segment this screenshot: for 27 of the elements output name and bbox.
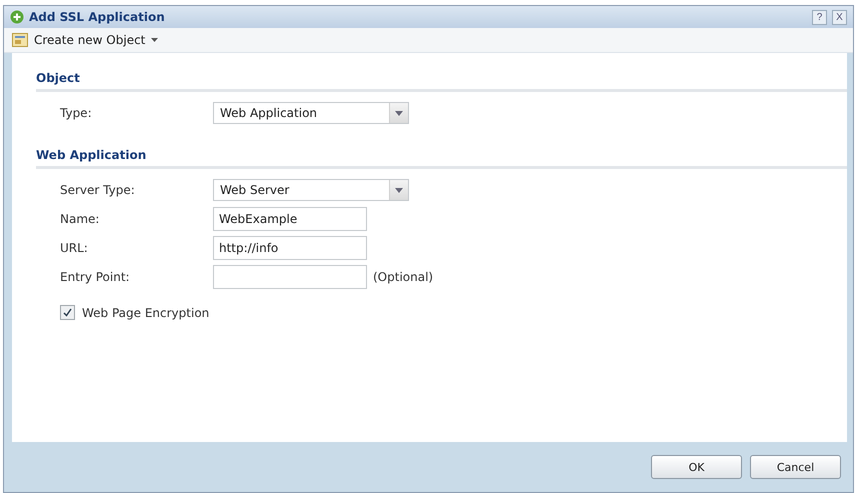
field-label: Server Type: [60, 183, 136, 197]
window-icon [12, 33, 28, 47]
section-title: Web Application [36, 148, 847, 169]
checkmark-icon [63, 308, 72, 317]
add-icon [10, 10, 24, 24]
help-button[interactable]: ? [812, 10, 827, 24]
field-label: Entry Point: [60, 270, 131, 284]
input-field[interactable]: WebExample [213, 207, 367, 231]
optional-note: (Optional) [373, 270, 434, 284]
input-field[interactable]: http://info [213, 236, 367, 260]
caret-icon [151, 38, 158, 42]
chevron-down-icon [395, 188, 403, 192]
create-object-button[interactable]: Create new Object [12, 33, 158, 47]
checkbox[interactable] [60, 305, 75, 320]
section-title: Object [36, 71, 847, 92]
ok-button[interactable]: OK [651, 455, 742, 479]
dropdown[interactable]: Web Server [213, 179, 409, 201]
window-title: Add SSL Application [29, 10, 166, 24]
field-label: Type: [60, 106, 93, 120]
checkbox-label: Web Page Encryption [82, 306, 210, 320]
field-label: Name: [60, 212, 100, 226]
cancel-button[interactable]: Cancel [750, 455, 841, 479]
input-field[interactable] [213, 265, 367, 289]
dropdown[interactable]: Web Application [213, 102, 409, 124]
close-button[interactable]: X [832, 10, 847, 24]
field-label: URL: [60, 241, 89, 255]
chevron-down-icon [395, 110, 403, 116]
